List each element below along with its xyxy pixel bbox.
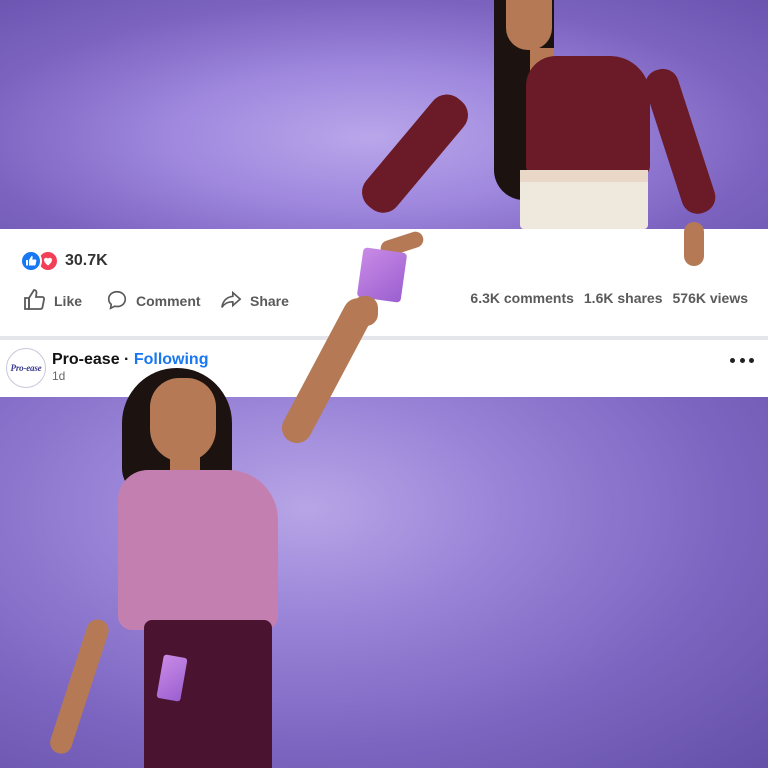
post-timestamp[interactable]: 1d xyxy=(52,369,65,383)
share-button[interactable]: Share xyxy=(220,288,289,314)
bottom-photo-background xyxy=(0,397,768,768)
page-name-line: Pro-ease · Following xyxy=(52,351,208,369)
top-person-right-hand xyxy=(684,222,704,266)
following-status[interactable]: Following xyxy=(134,351,209,368)
comments-count[interactable]: 6.3K comments xyxy=(470,290,573,306)
page-avatar[interactable]: Pro-ease xyxy=(6,348,46,388)
comment-button[interactable]: Comment xyxy=(106,288,201,314)
reaction-count: 30.7K xyxy=(65,252,108,269)
like-icon xyxy=(20,250,42,272)
brand-logo: Pro-ease xyxy=(10,363,42,373)
post-stats: 6.3K comments 1.6K shares 576K views xyxy=(470,290,748,306)
share-label: Share xyxy=(250,293,289,309)
page-name[interactable]: Pro-ease xyxy=(52,351,120,368)
reactions-summary[interactable]: 30.7K xyxy=(20,249,108,273)
like-label: Like xyxy=(54,293,83,309)
views-count: 576K views xyxy=(672,290,749,306)
more-options-icon[interactable] xyxy=(730,350,754,370)
like-button[interactable]: Like xyxy=(22,288,82,314)
name-separator: · xyxy=(124,351,130,368)
comment-label: Comment xyxy=(136,293,201,309)
shares-count[interactable]: 1.6K shares xyxy=(584,290,663,306)
product-pack xyxy=(356,247,408,303)
share-arrow-icon xyxy=(220,289,242,314)
thumbs-up-icon xyxy=(22,288,46,315)
comment-bubble-icon xyxy=(106,289,128,314)
